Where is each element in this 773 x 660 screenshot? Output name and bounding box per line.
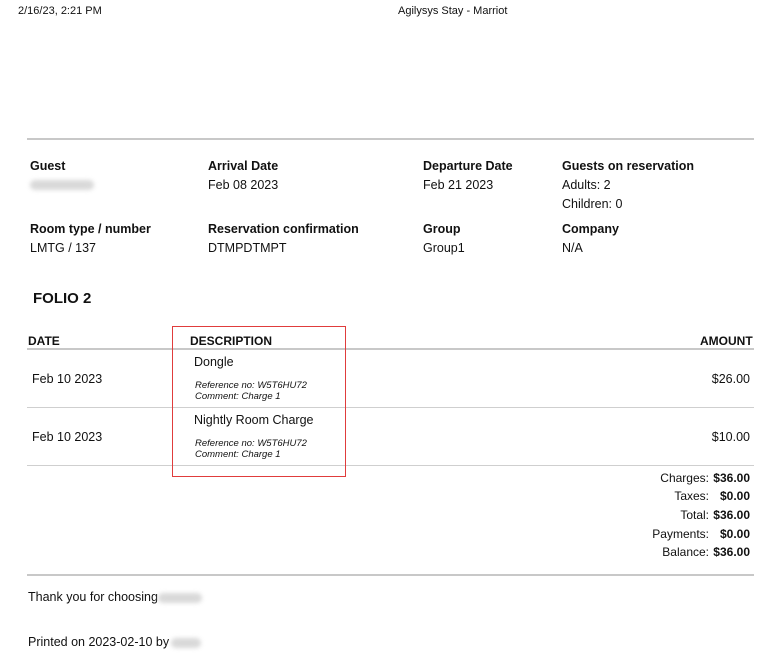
group-value: Group1 — [423, 241, 465, 255]
taxes-value: $0.00 — [719, 489, 750, 503]
row-divider — [27, 465, 754, 466]
column-date: DATE — [28, 334, 60, 348]
payments-value: $0.00 — [719, 527, 750, 541]
guest-name-redacted — [30, 180, 94, 190]
row-divider — [27, 407, 754, 408]
print-datetime: 2/16/23, 2:21 PM — [18, 5, 102, 17]
row-date: Feb 10 2023 — [32, 372, 103, 386]
description-highlight-box — [172, 326, 346, 477]
folio-title: FOLIO 2 — [33, 290, 92, 307]
printed-on-text: Printed on 2023-02-10 by — [28, 635, 170, 649]
charges-value: $36.00 — [713, 471, 750, 485]
departure-label: Departure Date — [423, 159, 513, 173]
hotel-name-redacted — [158, 593, 202, 603]
departure-value: Feb 21 2023 — [423, 178, 494, 192]
group-label: Group — [423, 222, 461, 236]
total-value: $36.00 — [713, 508, 750, 522]
children-value: Children: 0 — [562, 197, 623, 211]
guests-label: Guests on reservation — [562, 159, 694, 173]
arrival-label: Arrival Date — [208, 159, 279, 173]
top-divider — [27, 138, 754, 140]
table-header-divider — [27, 348, 754, 350]
company-label: Company — [562, 222, 619, 236]
balance-value: $36.00 — [713, 545, 750, 559]
column-amount: AMOUNT — [700, 334, 753, 348]
confirmation-value: DTMPDTMPT — [208, 241, 287, 255]
room-label: Room type / number — [30, 222, 151, 236]
thank-you-text: Thank you for choosing — [28, 590, 158, 604]
row-amount: $26.00 — [711, 372, 750, 386]
guest-label: Guest — [30, 159, 66, 173]
printed-by-redacted — [171, 638, 201, 648]
company-value: N/A — [562, 241, 583, 255]
adults-value: Adults: 2 — [562, 178, 611, 192]
room-value: LMTG / 137 — [30, 241, 96, 255]
footer-divider — [27, 574, 754, 576]
row-date: Feb 10 2023 — [32, 430, 103, 444]
arrival-value: Feb 08 2023 — [208, 178, 279, 192]
confirmation-label: Reservation confirmation — [208, 222, 359, 236]
row-amount: $10.00 — [711, 430, 750, 444]
page-title: Agilysys Stay - Marriot — [398, 5, 508, 17]
